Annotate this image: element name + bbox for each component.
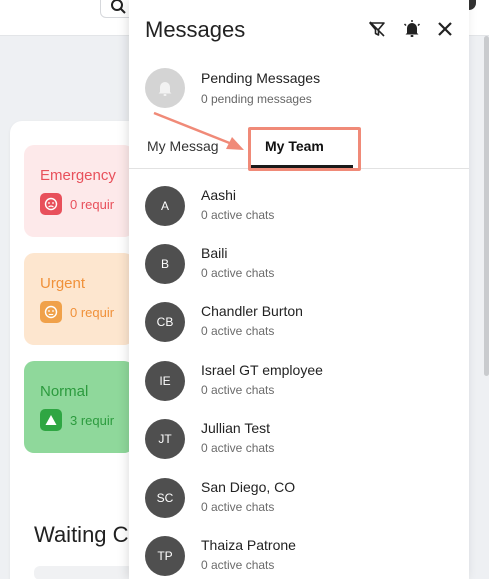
- priority-count: 3 requir: [70, 413, 115, 428]
- member-status: 0 active chats: [201, 266, 275, 280]
- priority-urgent[interactable]: Urgent 0 requir: [24, 253, 134, 345]
- team-member-row[interactable]: JT Jullian Test 0 active chats: [145, 411, 455, 459]
- member-name: Aashi: [201, 187, 237, 203]
- team-member-row[interactable]: A Aashi 0 active chats: [145, 178, 455, 226]
- priority-label: Urgent: [40, 275, 86, 292]
- priority-count: 0 requir: [70, 197, 115, 212]
- panel-title: Messages: [145, 17, 246, 42]
- close-icon[interactable]: [434, 18, 456, 40]
- triangle-icon: [40, 409, 62, 431]
- waiting-section-title: Waiting C: [34, 522, 129, 547]
- member-status: 0 active chats: [201, 383, 275, 397]
- priority-label: Normal: [40, 383, 89, 400]
- member-name: Chandler Burton: [201, 303, 303, 319]
- avatar: TP: [145, 536, 185, 576]
- priority-normal[interactable]: Normal 3 requir: [24, 361, 134, 453]
- tab-bar: My Messages My Team: [129, 126, 469, 169]
- member-status: 0 active chats: [201, 441, 275, 455]
- team-member-row[interactable]: SC San Diego, CO 0 active chats: [145, 470, 455, 518]
- avatar: B: [145, 244, 185, 284]
- tab-my-messages[interactable]: My Messages: [147, 138, 219, 154]
- team-member-row[interactable]: TP Thaiza Patrone 0 active chats: [145, 528, 455, 576]
- bell-icon: [145, 68, 185, 108]
- team-member-row[interactable]: IE Israel GT employee 0 active chats: [145, 353, 455, 401]
- sad-face-icon: [40, 193, 62, 215]
- filter-off-icon[interactable]: [366, 18, 388, 40]
- avatar: JT: [145, 419, 185, 459]
- member-name: Thaiza Patrone: [201, 537, 296, 553]
- member-name: San Diego, CO: [201, 479, 296, 495]
- avatar: IE: [145, 361, 185, 401]
- pending-count: 0 pending messages: [201, 92, 312, 106]
- priority-count: 0 requir: [70, 305, 115, 320]
- search-icon: [111, 0, 126, 14]
- tab-my-team[interactable]: My Team: [265, 138, 324, 154]
- team-member-row[interactable]: B Baili 0 active chats: [145, 236, 455, 284]
- active-tab-indicator: [249, 165, 353, 168]
- waiting-list-placeholder: [34, 566, 134, 579]
- messages-panel: Messages Pending Messages 0 pending mess…: [129, 0, 469, 579]
- bell-alert-icon[interactable]: [401, 18, 423, 40]
- page-scrollbar[interactable]: [484, 36, 489, 376]
- member-status: 0 active chats: [201, 324, 275, 338]
- avatar: SC: [145, 478, 185, 518]
- avatar: CB: [145, 302, 185, 342]
- member-status: 0 active chats: [201, 500, 275, 514]
- member-status: 0 active chats: [201, 558, 275, 572]
- member-status: 0 active chats: [201, 208, 275, 222]
- priority-label: Emergency: [40, 167, 116, 184]
- pending-title: Pending Messages: [201, 70, 321, 86]
- pending-messages-item[interactable]: Pending Messages 0 pending messages: [145, 68, 455, 110]
- member-name: Baili: [201, 245, 228, 261]
- neutral-face-icon: [40, 301, 62, 323]
- avatar: A: [145, 186, 185, 226]
- team-member-row[interactable]: CB Chandler Burton 0 active chats: [145, 294, 455, 342]
- member-name: Jullian Test: [201, 420, 271, 436]
- member-name: Israel GT employee: [201, 362, 323, 378]
- priority-emergency[interactable]: Emergency 0 requir: [24, 145, 134, 237]
